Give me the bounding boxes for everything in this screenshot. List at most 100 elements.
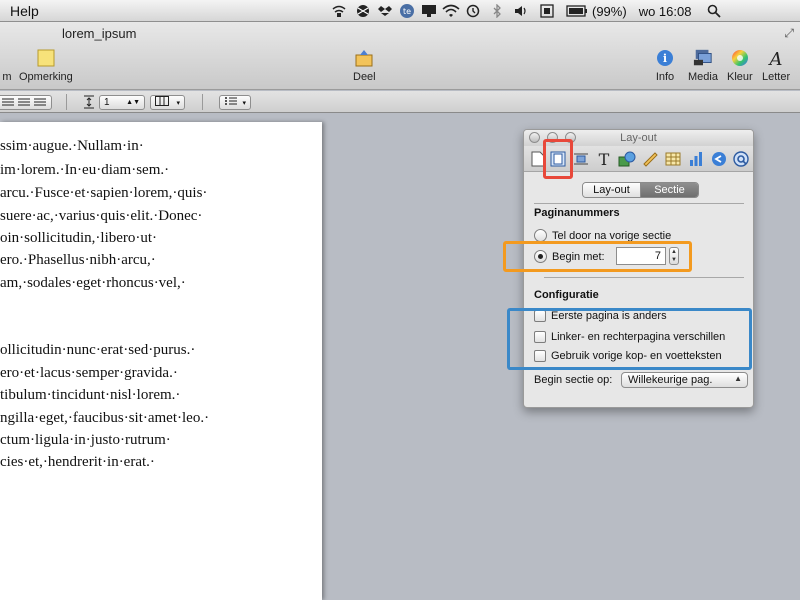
segment-layout[interactable]: Lay-out <box>583 183 641 197</box>
document-text-line[interactable]: ctum·ligula·in·justo·rutrum· <box>0 432 171 449</box>
media-button[interactable]: Media <box>688 48 718 83</box>
dropbox-icon[interactable] <box>376 3 394 19</box>
columns-icon <box>155 96 169 109</box>
menu-help[interactable]: Help <box>10 3 39 19</box>
tab-document[interactable] <box>528 149 548 169</box>
document-text-line[interactable]: ollicitudin·nunc·erat·sed·purus.· <box>0 342 195 359</box>
document-text-line[interactable]: ngilla·eget,·faucibus·sit·amet·leo.· <box>0 410 209 427</box>
font-label: Letter <box>762 71 791 83</box>
layout-icon <box>550 151 566 167</box>
ruler-icon <box>643 152 658 167</box>
start-at-radio[interactable] <box>534 250 547 263</box>
use-previous-label: Gebruik vorige kop- en voetteksten <box>551 350 722 362</box>
fullscreen-arrows-icon[interactable]: ⤢ <box>784 26 794 41</box>
start-at-stepper[interactable]: ▲ ▼ <box>669 247 679 265</box>
document-title: lorem_ipsum <box>62 26 137 41</box>
menu-bar: Help te (99%) wo 16:08 <box>0 0 800 22</box>
first-page-checkbox-row[interactable]: Eerste pagina is anders <box>534 310 667 322</box>
display-icon[interactable] <box>420 3 438 19</box>
tab-text[interactable]: T <box>594 149 614 169</box>
layout-section-segmented-control: Lay-out Sectie <box>582 182 699 198</box>
tab-graphic[interactable] <box>617 149 637 169</box>
first-page-checkbox[interactable] <box>534 310 546 322</box>
wifi-sync-icon[interactable] <box>330 3 348 19</box>
continue-radio[interactable] <box>534 229 547 242</box>
document-text-line[interactable]: oin·sollicitudin,·libero·ut· <box>0 230 157 247</box>
inspector-title: Lay-out <box>620 132 657 144</box>
document-text-line[interactable]: cies·et,·hendrerit·in·erat.· <box>0 454 155 471</box>
left-right-checkbox[interactable] <box>534 331 546 343</box>
spotlight-search-icon[interactable] <box>705 3 723 19</box>
partial-icon <box>0 48 17 68</box>
tab-chart[interactable] <box>686 149 706 169</box>
popup-arrows-icon: ▲ <box>734 374 742 383</box>
left-right-checkbox-row[interactable]: Linker- en rechterpagina verschillen <box>534 331 725 343</box>
popup-arrow-icon: ▾ <box>176 99 180 107</box>
start-at-radio-row[interactable]: Begin met: <box>534 250 605 263</box>
align-justify-icon <box>2 98 46 105</box>
time-machine-icon[interactable] <box>464 3 482 19</box>
te-badge-icon[interactable]: te <box>398 3 416 19</box>
document-text-line[interactable]: am,·sodales·eget·rhoncus·vel,· <box>0 275 186 292</box>
font-button[interactable]: A Letter <box>762 48 790 83</box>
bluetooth-icon[interactable] <box>488 3 506 19</box>
svg-text:T: T <box>599 151 610 167</box>
tab-layout[interactable] <box>548 149 568 169</box>
document-text-line[interactable]: ero·et·lacus·semper·gravida.· <box>0 365 178 382</box>
comment-label: Opmerking <box>19 71 73 83</box>
ball-icon[interactable] <box>354 3 372 19</box>
svg-text:te: te <box>403 7 411 16</box>
configuration-heading: Configuratie <box>534 289 599 301</box>
list-style-popup[interactable]: ▾ <box>219 95 251 110</box>
stepper-arrows-icon: ▲▼ <box>126 99 140 106</box>
line-spacing-value: 1 <box>104 97 110 108</box>
link-arrow-icon <box>712 152 726 166</box>
battery-icon[interactable] <box>566 3 588 19</box>
document-text-line[interactable]: tibulum·tincidunt·nisl·lorem.· <box>0 387 180 404</box>
share-button[interactable]: Deel <box>353 48 376 83</box>
use-previous-checkbox[interactable] <box>534 350 546 362</box>
wifi-icon[interactable] <box>442 3 460 19</box>
comment-button[interactable]: Opmerking <box>19 48 73 83</box>
graphic-icon <box>618 151 636 167</box>
columns-popup[interactable]: ▾ <box>150 95 185 110</box>
start-at-field[interactable]: 7 <box>616 247 666 265</box>
document-text-line[interactable]: ssim·augue.·Nullam·in· <box>0 138 144 155</box>
divider <box>544 277 744 278</box>
clock[interactable]: wo 16:08 <box>639 4 692 19</box>
document-text-line[interactable]: suere·ac,·varius·quis·elit.·Donec· <box>0 208 202 225</box>
tab-link[interactable] <box>709 149 729 169</box>
tab-quicktime[interactable] <box>731 149 751 169</box>
toolbar-button-partial[interactable]: m <box>0 48 17 83</box>
keyboard-icon[interactable] <box>538 3 556 19</box>
document-text-line[interactable]: ero.·Phasellus·nibh·arcu,· <box>0 252 156 269</box>
color-label: Kleur <box>727 71 753 83</box>
media-icon <box>693 48 713 68</box>
info-button[interactable]: i Info <box>655 48 675 83</box>
document-page[interactable]: ssim·augue.·Nullam·in· im·lorem.·In·eu·di… <box>0 122 322 600</box>
line-spacing-field[interactable]: 1 ▲▼ <box>99 95 145 110</box>
document-text-line[interactable]: im·lorem.·In·eu·diam·sem.· <box>0 162 169 179</box>
wrap-icon <box>574 153 588 165</box>
inspector-titlebar[interactable]: Lay-out <box>524 130 753 146</box>
color-button[interactable]: Kleur <box>727 48 753 83</box>
continue-radio-row[interactable]: Tel door na vorige sectie <box>534 229 671 242</box>
document-icon <box>531 151 545 167</box>
use-previous-checkbox-row[interactable]: Gebruik vorige kop- en voetteksten <box>534 350 722 362</box>
share-label: Deel <box>353 71 376 83</box>
svg-text:A: A <box>768 49 783 68</box>
document-text-line[interactable]: arcu.·Fusce·et·sapien·lorem,·quis· <box>0 185 207 202</box>
alignment-buttons[interactable] <box>0 95 52 110</box>
table-icon <box>665 152 681 166</box>
format-bar: 1 ▲▼ ▾ ▾ <box>0 91 800 113</box>
tab-wrap[interactable] <box>571 149 591 169</box>
window-toolbar: lorem_ipsum ⤢ m Opmerking Deel i Info Me… <box>0 22 800 90</box>
quicktime-icon <box>733 151 749 167</box>
format-separator <box>66 94 67 110</box>
tab-metrics[interactable] <box>640 149 660 169</box>
tab-table[interactable] <box>663 149 683 169</box>
segment-section[interactable]: Sectie <box>641 183 698 197</box>
volume-icon[interactable] <box>512 3 530 19</box>
start-section-select[interactable]: Willekeurige pag. ▲ <box>621 372 748 388</box>
chart-icon <box>690 152 702 166</box>
